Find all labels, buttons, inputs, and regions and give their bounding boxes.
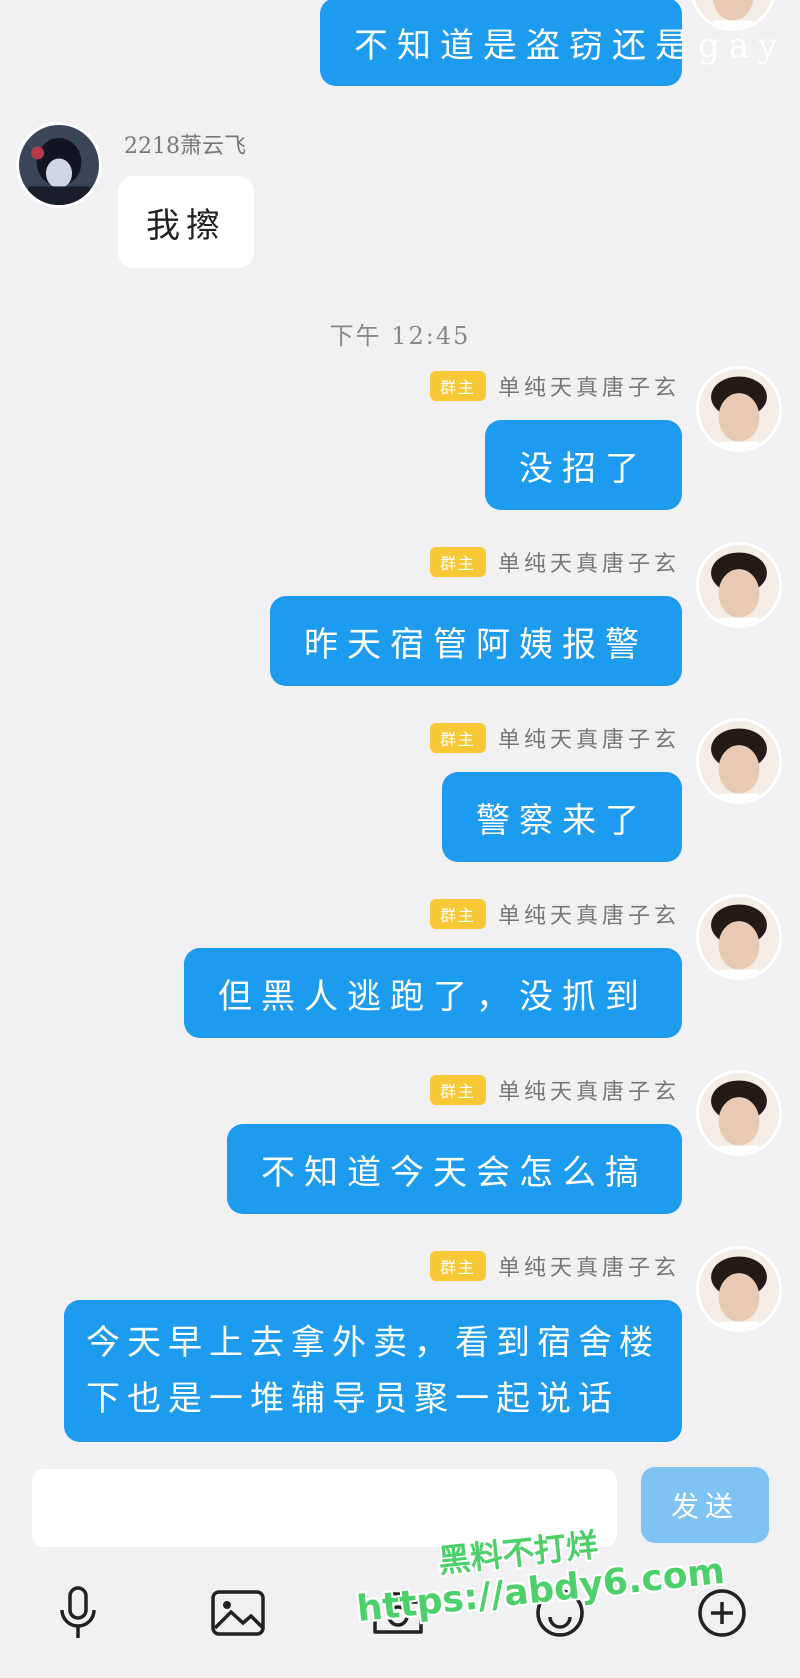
- message-bubble[interactable]: 不知道今天会怎么搞: [227, 1124, 682, 1214]
- sender-name: 单纯天真唐子玄: [497, 1080, 680, 1105]
- sender-header: 群主 单纯天真唐子玄: [429, 722, 680, 754]
- owner-badge: 群主: [429, 1251, 486, 1281]
- sender-name: 单纯天真唐子玄: [497, 1256, 680, 1281]
- emoji-icon[interactable]: [520, 1573, 600, 1653]
- owner-badge: 群主: [429, 547, 486, 577]
- owner-badge: 群主: [429, 899, 486, 929]
- sender-name: 单纯天真唐子玄: [497, 904, 680, 929]
- microphone-icon[interactable]: [38, 1573, 118, 1653]
- sender-header: 群主 单纯天真唐子玄: [429, 546, 680, 578]
- send-button[interactable]: 发送: [641, 1467, 769, 1543]
- plus-icon[interactable]: [682, 1573, 762, 1653]
- sender-name: 2218萧云飞: [124, 134, 246, 159]
- sender-header: 群主 单纯天真唐子玄: [429, 898, 680, 930]
- avatar-xiaoyunfei[interactable]: [16, 122, 102, 208]
- image-icon[interactable]: [198, 1573, 278, 1653]
- avatar-tangzixuan[interactable]: [696, 1070, 782, 1156]
- sender-header: 群主 单纯天真唐子玄: [429, 1250, 680, 1282]
- avatar-tangzixuan[interactable]: [696, 366, 782, 452]
- owner-badge: 群主: [429, 1075, 486, 1105]
- composer-bar: 发送: [0, 1455, 800, 1678]
- sender-name: 单纯天真唐子玄: [497, 376, 680, 401]
- message-bubble[interactable]: 警察来了: [442, 772, 682, 862]
- owner-badge: 群主: [429, 371, 486, 401]
- message-bubble[interactable]: 昨天宿管阿姨报警: [270, 596, 682, 686]
- sender-header: 群主 单纯天真唐子玄: [429, 1074, 680, 1106]
- message-line: 下也是一堆辅导员聚一起说话: [86, 1379, 619, 1419]
- message-input[interactable]: [32, 1469, 617, 1547]
- sender-header: 群主 单纯天真唐子玄: [429, 370, 680, 402]
- message-bubble[interactable]: 不知道是盗窃还是gay: [320, 0, 777, 86]
- message-bubble[interactable]: 今天早上去拿外卖，看到宿舍楼 下也是一堆辅导员聚一起说话: [64, 1300, 682, 1442]
- camera-icon[interactable]: [358, 1573, 438, 1653]
- avatar-tangzixuan[interactable]: [696, 1246, 782, 1332]
- timestamp: 下午 12:45: [329, 322, 471, 350]
- sender-name: 单纯天真唐子玄: [497, 728, 680, 753]
- message-bubble[interactable]: 没招了: [485, 420, 682, 510]
- sender-name: 单纯天真唐子玄: [497, 552, 680, 577]
- message-bubble[interactable]: 但黑人逃跑了，没抓到: [184, 948, 682, 1038]
- message-line: 今天早上去拿外卖，看到宿舍楼: [86, 1323, 660, 1363]
- avatar-tangzixuan[interactable]: [696, 542, 782, 628]
- avatar-tangzixuan[interactable]: [696, 718, 782, 804]
- owner-badge: 群主: [429, 723, 486, 753]
- message-bubble[interactable]: 我擦: [118, 176, 254, 268]
- avatar-tangzixuan[interactable]: [696, 894, 782, 980]
- message-list[interactable]: 不知道是盗窃还是gay 2218萧云飞 我擦 下午 12:45 群主 单纯天真唐…: [0, 0, 800, 1455]
